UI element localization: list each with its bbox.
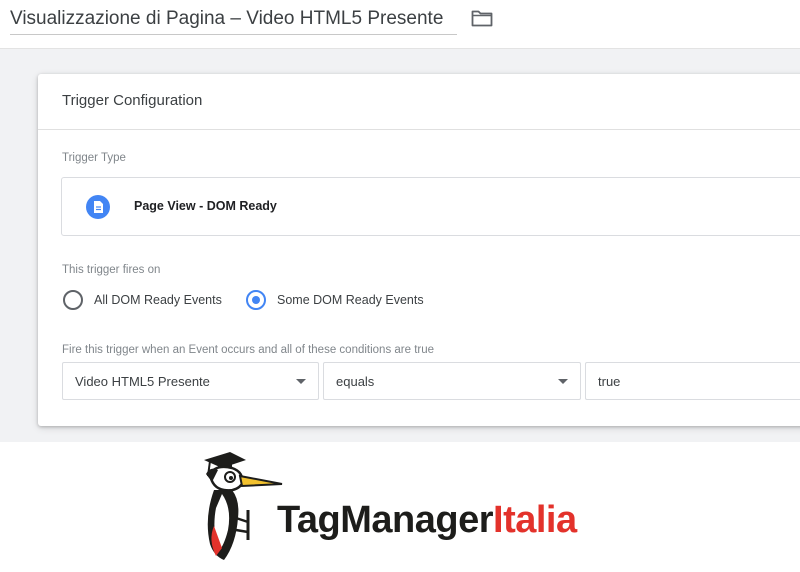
trigger-configuration-card: Trigger Configuration Trigger Type Page … — [38, 74, 800, 426]
radio-button-selected[interactable] — [246, 290, 266, 310]
card-title: Trigger Configuration — [62, 92, 203, 109]
radio-some-dom-ready[interactable]: Some DOM Ready Events — [246, 290, 436, 312]
condition-label: Fire this trigger when an Event occurs a… — [62, 344, 435, 356]
logo-wordmark: TagManagerItalia — [277, 498, 577, 542]
condition-value-text: true — [598, 374, 621, 389]
condition-variable-select[interactable]: Video HTML5 Presente — [62, 362, 319, 400]
radio-button[interactable] — [63, 290, 83, 310]
trigger-type-name: Page View - DOM Ready — [134, 199, 277, 213]
condition-operator-value: equals — [336, 374, 375, 389]
radio-label: All DOM Ready Events — [94, 293, 222, 307]
folder-icon[interactable] — [471, 9, 493, 27]
document-icon — [86, 195, 110, 219]
chevron-down-icon — [296, 379, 306, 384]
chevron-down-icon — [558, 379, 568, 384]
card-divider — [38, 129, 800, 130]
trigger-name-input[interactable]: Visualizzazione di Pagina – Video HTML5 … — [10, 6, 457, 35]
condition-operator-select[interactable]: equals — [323, 362, 581, 400]
brand-logo: TagManagerItalia — [0, 442, 800, 572]
fires-on-label: This trigger fires on — [62, 264, 161, 276]
trigger-type-selector[interactable]: Page View - DOM Ready — [61, 177, 800, 236]
logo-text-italia: Italia — [493, 499, 577, 541]
radio-label: Some DOM Ready Events — [277, 293, 424, 307]
condition-variable-value: Video HTML5 Presente — [75, 374, 210, 389]
radio-all-dom-ready[interactable]: All DOM Ready Events — [63, 290, 233, 312]
editor-canvas: Trigger Configuration Trigger Type Page … — [0, 49, 800, 442]
woodpecker-mascot-icon — [204, 452, 283, 560]
trigger-type-label: Trigger Type — [62, 152, 126, 164]
header: Visualizzazione di Pagina – Video HTML5 … — [0, 0, 800, 49]
condition-value-input[interactable]: true — [585, 362, 800, 400]
logo-text-tagmanager: TagManager — [277, 499, 494, 541]
